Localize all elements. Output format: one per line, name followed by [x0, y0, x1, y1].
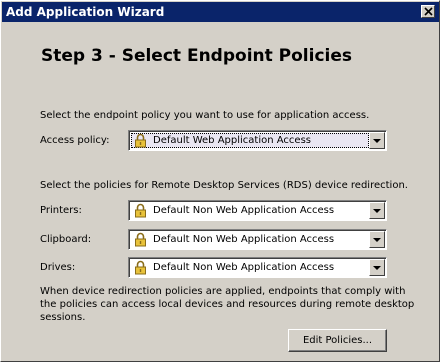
lock-icon: [135, 133, 146, 148]
printers-value: Default Non Web Application Access: [153, 205, 335, 216]
printers-label: Printers:: [40, 205, 82, 216]
chevron-down-icon: [373, 209, 381, 213]
redirection-note-line-1: When device redirection policies are app…: [40, 286, 406, 297]
drives-field: Default Non Web Application Access: [131, 260, 369, 275]
drives-dropdown-button[interactable]: [369, 259, 385, 276]
lock-icon: [135, 260, 146, 275]
close-button[interactable]: [421, 5, 435, 18]
close-icon: [424, 7, 433, 16]
lock-icon: [135, 232, 146, 247]
clipboard-label: Clipboard:: [40, 234, 92, 245]
wizard-window: Add Application Wizard Step 3 - Select E…: [0, 0, 440, 362]
chevron-down-icon: [373, 139, 381, 143]
printers-dropdown[interactable]: Default Non Web Application Access: [128, 200, 387, 221]
endpoint-instruction: Select the endpoint policy you want to u…: [40, 110, 370, 121]
access-policy-value: Default Web Application Access: [153, 135, 311, 146]
drives-value: Default Non Web Application Access: [153, 262, 335, 273]
redirection-note-line-2: the policies can access local devices an…: [40, 299, 415, 310]
clipboard-dropdown[interactable]: Default Non Web Application Access: [128, 229, 387, 250]
clipboard-value: Default Non Web Application Access: [153, 234, 335, 245]
access-policy-field: Default Web Application Access: [131, 133, 369, 148]
page-title: Step 3 - Select Endpoint Policies: [41, 46, 353, 66]
chevron-down-icon: [373, 266, 381, 270]
lock-icon: [135, 203, 146, 218]
window-title: Add Application Wizard: [6, 5, 165, 19]
edit-policies-button[interactable]: Edit Policies...: [288, 329, 387, 352]
clipboard-dropdown-button[interactable]: [369, 231, 385, 248]
chevron-down-icon: [373, 238, 381, 242]
printers-dropdown-button[interactable]: [369, 202, 385, 219]
access-policy-label: Access policy:: [40, 135, 110, 146]
drives-dropdown[interactable]: Default Non Web Application Access: [128, 257, 387, 278]
title-bar: Add Application Wizard: [2, 2, 439, 22]
redirection-note-line-3: sessions.: [40, 312, 86, 323]
access-policy-dropdown-button[interactable]: [369, 132, 385, 149]
drives-label: Drives:: [40, 262, 76, 273]
printers-field: Default Non Web Application Access: [131, 203, 369, 218]
clipboard-field: Default Non Web Application Access: [131, 232, 369, 247]
rds-instruction: Select the policies for Remote Desktop S…: [40, 180, 408, 191]
access-policy-dropdown[interactable]: Default Web Application Access: [128, 130, 387, 151]
